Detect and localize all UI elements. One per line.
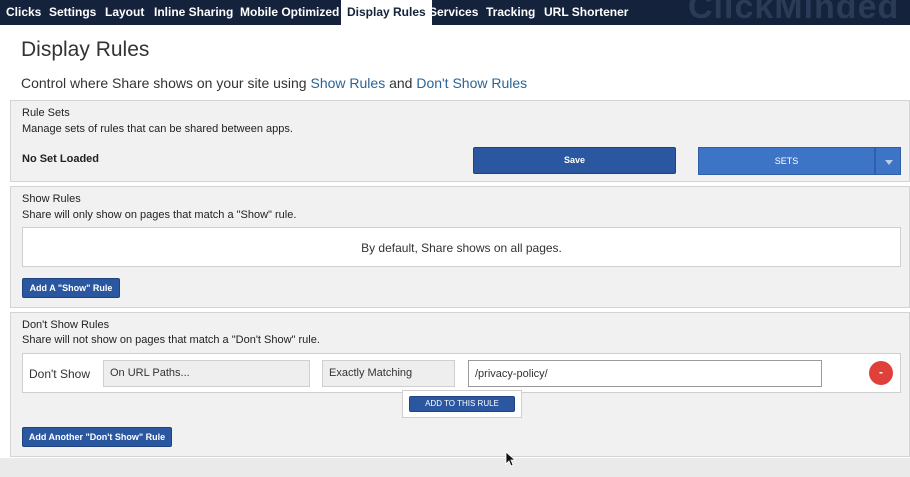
tab-url-shortener[interactable]: URL Shortener xyxy=(544,0,628,25)
mouse-cursor-icon xyxy=(505,451,517,467)
tab-services[interactable]: Services xyxy=(429,0,478,25)
dont-show-rules-description: Share will not show on pages that match … xyxy=(22,334,320,346)
rule-type-label: Don't Show xyxy=(29,367,90,381)
show-rules-title: Show Rules xyxy=(22,193,81,205)
page-subtitle: Control where Share shows on your site u… xyxy=(21,75,527,91)
sets-button[interactable]: SETS xyxy=(698,147,875,175)
show-rules-default-message: By default, Share shows on all pages. xyxy=(22,227,901,267)
add-dont-show-rule-button[interactable]: Add Another "Don't Show" Rule xyxy=(22,427,172,447)
top-nav: ClickMinded Clicks Settings Layout Inlin… xyxy=(0,0,910,25)
set-status: No Set Loaded xyxy=(22,153,100,165)
add-show-rule-button[interactable]: Add A "Show" Rule xyxy=(22,278,120,298)
page-title: Display Rules xyxy=(21,38,150,61)
tab-tracking[interactable]: Tracking xyxy=(486,0,535,25)
tab-clicks[interactable]: Clicks xyxy=(6,0,41,25)
tab-display-rules[interactable]: Display Rules xyxy=(341,0,432,25)
add-to-rule-popup: ADD TO THIS RULE xyxy=(402,390,522,418)
sets-dropdown-toggle[interactable] xyxy=(875,147,901,175)
show-rules-link[interactable]: Show Rules xyxy=(310,75,385,91)
rule-sets-description: Manage sets of rules that can be shared … xyxy=(22,123,293,135)
chevron-down-icon xyxy=(885,160,893,165)
rule-match-select[interactable]: Exactly Matching xyxy=(322,360,455,387)
show-rules-panel: Show Rules Share will only show on pages… xyxy=(10,186,910,308)
tab-layout[interactable]: Layout xyxy=(105,0,144,25)
rule-sets-panel: Rule Sets Manage sets of rules that can … xyxy=(10,100,910,182)
add-to-rule-button[interactable]: ADD TO THIS RULE xyxy=(409,396,515,412)
dont-show-rules-link[interactable]: Don't Show Rules xyxy=(416,75,527,91)
dont-show-rules-panel: Don't Show Rules Share will not show on … xyxy=(10,312,910,457)
tab-mobile-optimized[interactable]: Mobile Optimized xyxy=(240,0,339,25)
show-rules-description: Share will only show on pages that match… xyxy=(22,209,297,221)
tab-settings[interactable]: Settings xyxy=(49,0,96,25)
brand-logo: ClickMinded xyxy=(688,0,900,25)
save-button[interactable]: Save xyxy=(473,147,676,174)
subtitle-text: Control where Share shows on your site u… xyxy=(21,75,311,91)
tab-inline-sharing[interactable]: Inline Sharing xyxy=(154,0,233,25)
page-footer-strip xyxy=(0,458,910,477)
remove-rule-button[interactable]: - xyxy=(869,361,893,385)
rule-sets-title: Rule Sets xyxy=(22,107,70,119)
dont-show-rules-title: Don't Show Rules xyxy=(22,319,110,331)
rule-target-select[interactable]: On URL Paths... xyxy=(103,360,310,387)
rule-value-input[interactable] xyxy=(468,360,822,387)
subtitle-and: and xyxy=(385,75,417,91)
dont-show-rule-row: Don't Show On URL Paths... Exactly Match… xyxy=(22,353,901,393)
